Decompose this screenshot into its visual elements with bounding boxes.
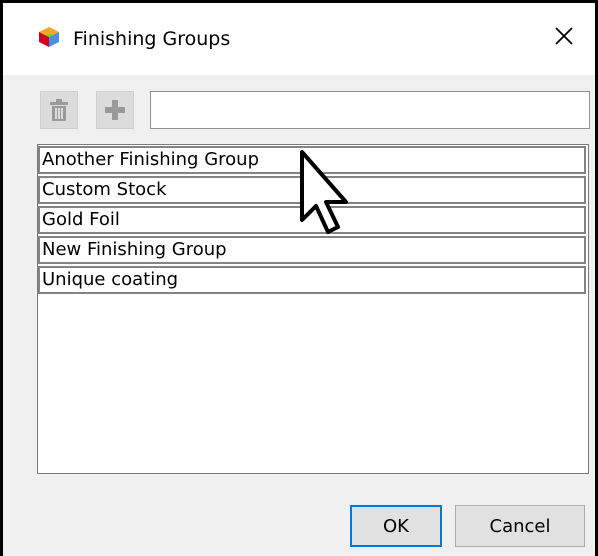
add-group-button[interactable] [96, 91, 134, 129]
finishing-groups-list[interactable]: Another Finishing Group Custom Stock Gol… [37, 144, 589, 474]
list-item[interactable]: Unique coating [38, 266, 586, 294]
list-item[interactable]: Gold Foil [38, 206, 586, 234]
group-name-input[interactable] [150, 91, 590, 129]
list-item[interactable]: Custom Stock [38, 176, 586, 204]
screenshot-stage: Finishing Groups Another Finishing Group… [0, 0, 598, 556]
list-item[interactable]: Another Finishing Group [38, 146, 586, 174]
delete-group-button[interactable] [40, 91, 78, 129]
cancel-button[interactable]: Cancel [455, 505, 585, 547]
finishing-groups-dialog: Finishing Groups Another Finishing Group… [3, 3, 595, 556]
ok-button[interactable]: OK [350, 505, 442, 547]
trash-icon [50, 99, 68, 121]
app-cube-icon [39, 27, 59, 47]
close-icon [555, 27, 573, 45]
close-button[interactable] [547, 19, 581, 53]
list-item[interactable]: New Finishing Group [38, 236, 586, 264]
plus-icon [105, 100, 125, 120]
title-bar[interactable]: Finishing Groups [3, 3, 595, 75]
dialog-title: Finishing Groups [73, 28, 231, 50]
